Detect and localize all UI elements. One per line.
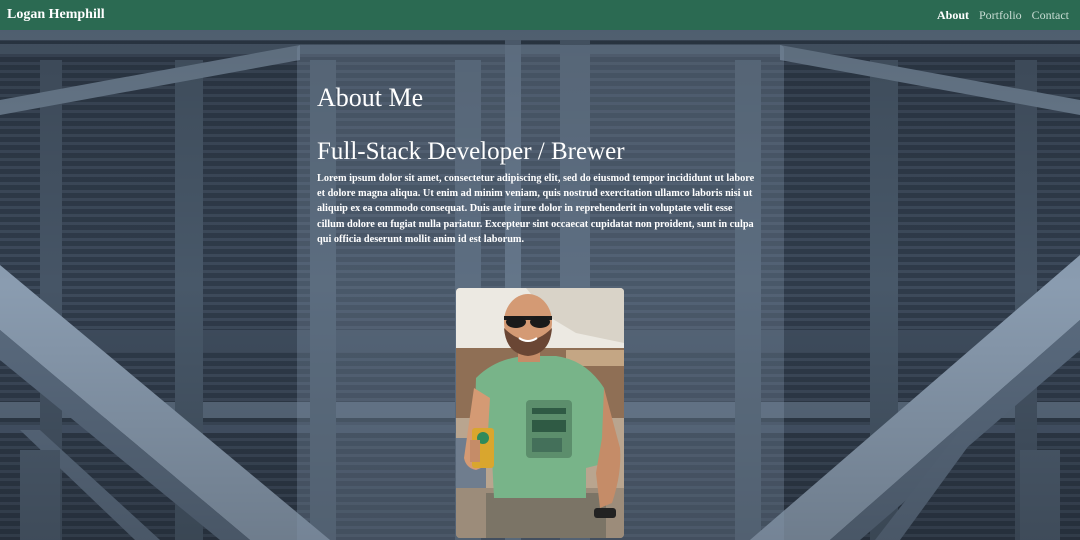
role-subtitle: Full-Stack Developer / Brewer <box>317 138 625 165</box>
profile-photo <box>456 288 624 538</box>
page-title: About Me <box>317 83 424 112</box>
nav-links: About Portfolio Contact <box>937 8 1069 23</box>
bio-paragraph: Lorem ipsum dolor sit amet, consectetur … <box>317 173 755 245</box>
brand-link[interactable]: Logan Hemphill <box>7 7 105 23</box>
nav-link-contact[interactable]: Contact <box>1032 8 1069 23</box>
about-card: About Me Full-Stack Developer / Brewer L… <box>297 45 784 540</box>
nav-link-portfolio[interactable]: Portfolio <box>979 8 1022 23</box>
nav-link-about[interactable]: About <box>937 8 969 23</box>
navbar: Logan Hemphill About Portfolio Contact <box>0 0 1080 30</box>
